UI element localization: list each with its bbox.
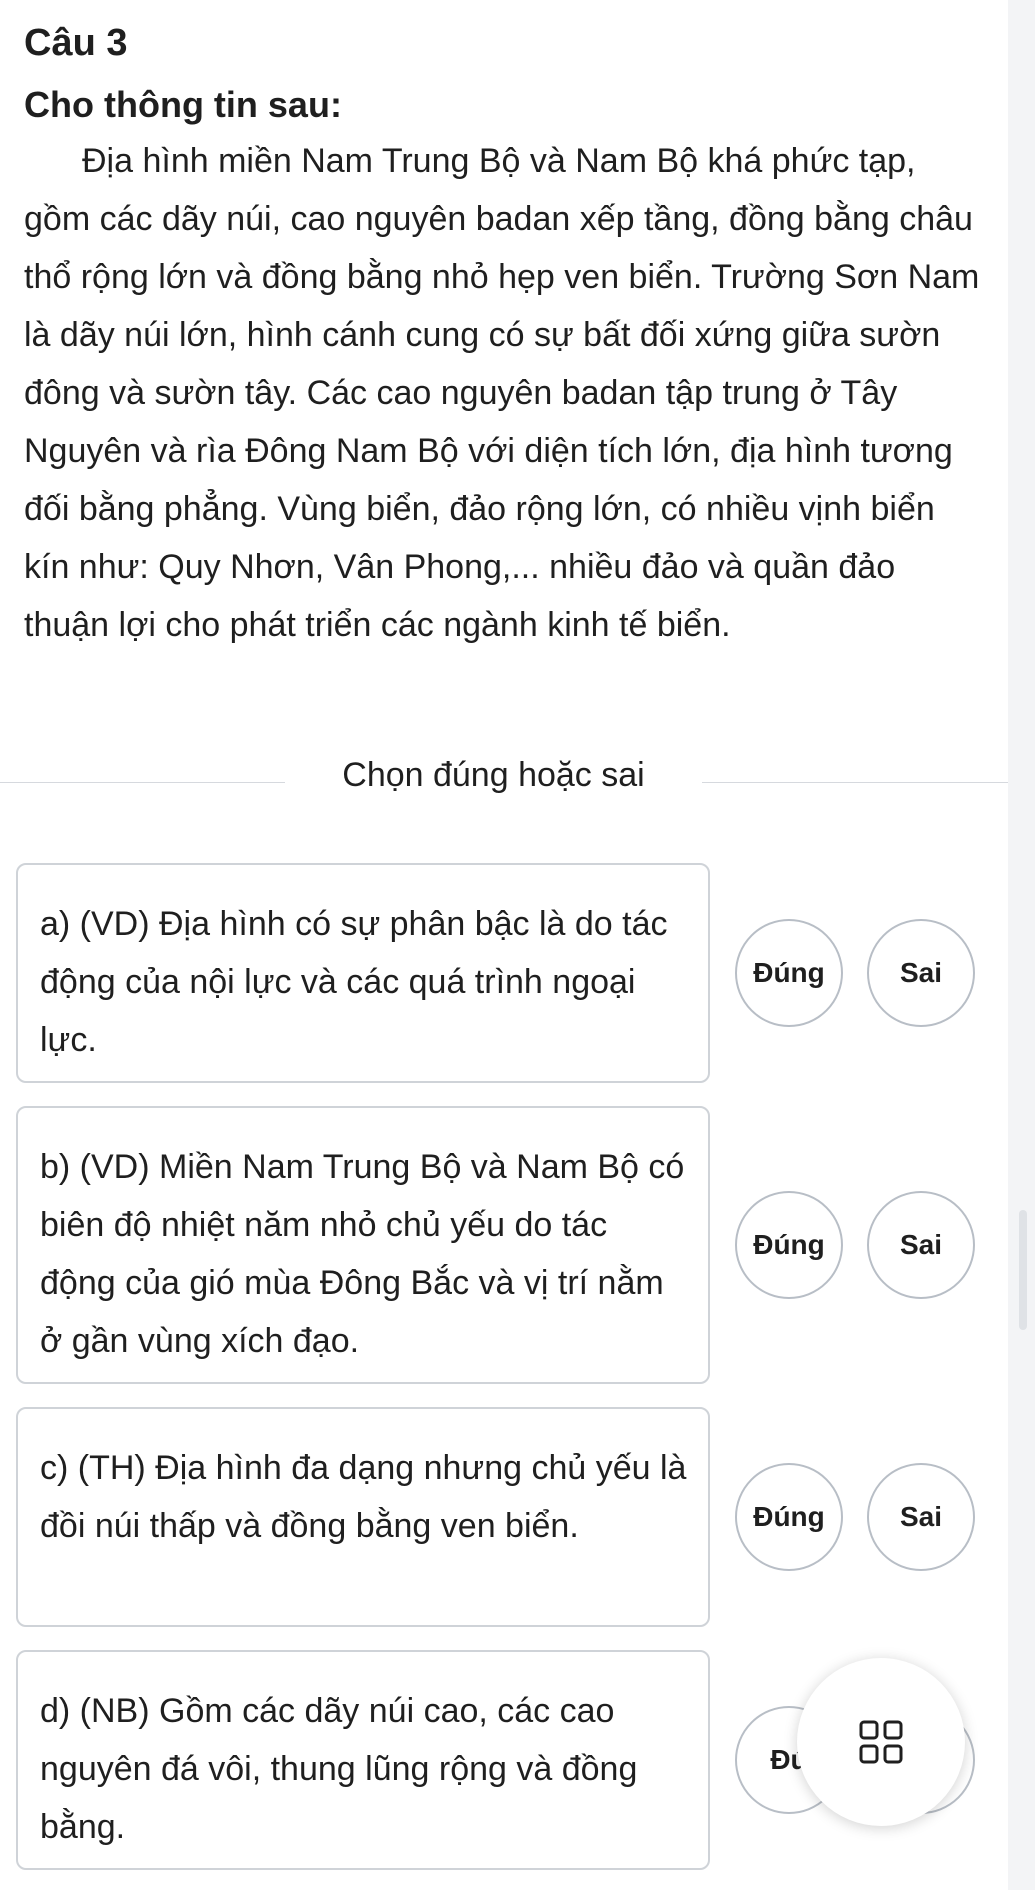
question-intro: Cho thông tin sau: (24, 84, 342, 125)
statement-text-b: b) (VD) Miền Nam Trung Bộ và Nam Bộ có b… (40, 1148, 685, 1360)
false-button-c[interactable]: Sai (867, 1463, 975, 1571)
statement-card-b: b) (VD) Miền Nam Trung Bộ và Nam Bộ có b… (16, 1106, 710, 1384)
scroll-gutter (1008, 0, 1035, 1890)
passage-text: Địa hình miền Nam Trung Bộ và Nam Bộ khá… (24, 142, 980, 644)
floating-menu-button[interactable] (797, 1658, 965, 1826)
statement-text-c: c) (TH) Địa hình đa dạng nhưng chủ yếu l… (40, 1449, 687, 1545)
false-button-b[interactable]: Sai (867, 1191, 975, 1299)
true-button-c[interactable]: Đúng (735, 1463, 843, 1571)
statement-card-a: a) (VD) Địa hình có sự phân bậc là do tá… (16, 863, 710, 1083)
true-button-b[interactable]: Đúng (735, 1191, 843, 1299)
scrollbar-thumb[interactable] (1019, 1210, 1027, 1330)
grid-icon (859, 1720, 903, 1764)
divider-right (702, 782, 1008, 783)
statement-card-d: d) (NB) Gồm các dãy núi cao, các cao ngu… (16, 1650, 710, 1870)
question-page: Câu 3 Cho thông tin sau: Địa hình miền N… (0, 0, 1008, 1890)
statement-text-d: d) (NB) Gồm các dãy núi cao, các cao ngu… (40, 1692, 638, 1846)
true-button-a[interactable]: Đúng (735, 919, 843, 1027)
question-number: Câu 3 (24, 22, 128, 64)
false-button-a[interactable]: Sai (867, 919, 975, 1027)
statement-text-a: a) (VD) Địa hình có sự phân bậc là do tá… (40, 905, 668, 1059)
section-label: Chọn đúng hoặc sai (342, 756, 645, 794)
divider-left (0, 782, 285, 783)
statement-card-c: c) (TH) Địa hình đa dạng nhưng chủ yếu l… (16, 1407, 710, 1627)
